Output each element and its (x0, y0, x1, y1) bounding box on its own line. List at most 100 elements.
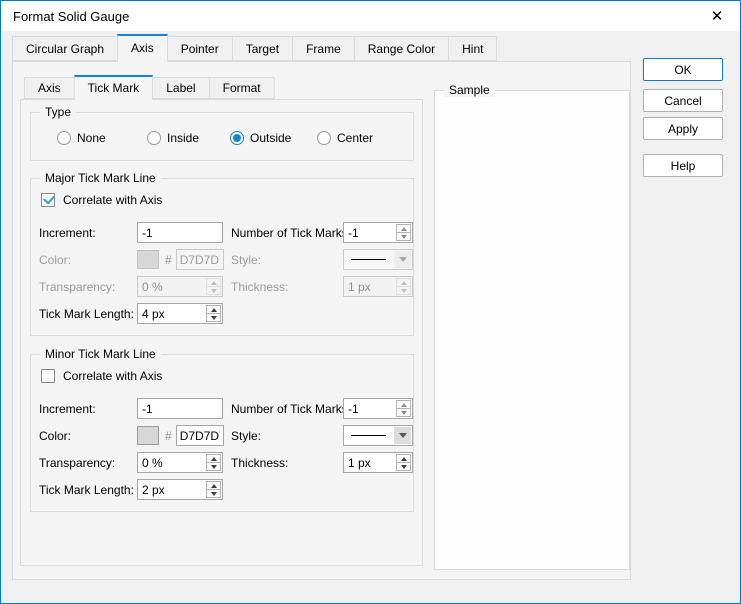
major-row-increment: Increment: Number of Tick Marks: (39, 219, 413, 246)
minor-transparency-label: Transparency: (39, 455, 116, 470)
minor-correlate-row[interactable]: Correlate with Axis (41, 369, 162, 383)
minor-length-spin-buttons[interactable] (206, 481, 221, 498)
sample-group-title: Sample (444, 83, 495, 97)
spin-up-icon[interactable] (207, 455, 220, 462)
tab-hint[interactable]: Hint (448, 36, 498, 61)
main-tab-strip: Circular Graph Axis Pointer Target Frame… (12, 34, 498, 62)
subtab-format[interactable]: Format (208, 77, 275, 99)
spin-up-icon[interactable] (397, 455, 410, 462)
ok-button[interactable]: OK (643, 58, 723, 81)
spin-down-icon[interactable] (397, 462, 410, 470)
subtab-axis[interactable]: Axis (24, 77, 75, 99)
radio-none-label: None (77, 131, 106, 145)
tab-pointer[interactable]: Pointer (166, 36, 233, 61)
major-transparency-label: Transparency: (39, 279, 116, 294)
minor-num-ticks-spin-buttons[interactable] (396, 400, 411, 417)
minor-num-ticks-spinner[interactable] (343, 398, 413, 419)
minor-color-label: Color: (39, 428, 72, 443)
major-color-field: # (137, 249, 224, 270)
major-style-label: Style: (231, 252, 262, 267)
radio-center[interactable]: Center (317, 131, 373, 145)
spin-up-icon[interactable] (207, 306, 220, 313)
spin-down-icon (397, 286, 410, 294)
major-transparency-spin-buttons (206, 278, 221, 295)
major-color-swatch (137, 250, 159, 269)
type-radio-row: None Inside Outside Center (31, 131, 413, 149)
major-correlate-checkbox[interactable] (41, 193, 55, 207)
major-length-label: Tick Mark Length: (39, 306, 134, 321)
radio-inside-icon[interactable] (147, 131, 161, 145)
major-row-color: Color: # Style: (39, 246, 413, 273)
spin-up-icon (207, 279, 220, 286)
radio-none-icon[interactable] (57, 131, 71, 145)
minor-row-increment: Increment: Number of Tick Marks: (39, 395, 413, 422)
type-group: Type None Inside Outside Center (30, 105, 414, 161)
minor-thickness-spinner[interactable] (343, 452, 413, 473)
spin-down-icon[interactable] (207, 489, 220, 497)
radio-outside-icon[interactable] (230, 131, 244, 145)
subtab-label[interactable]: Label (152, 77, 210, 99)
subtab-tick-mark[interactable]: Tick Mark (73, 75, 154, 100)
spin-down-icon[interactable] (207, 462, 220, 470)
major-increment-input[interactable] (137, 222, 223, 243)
tab-range-color[interactable]: Range Color (353, 36, 450, 61)
spin-down-icon[interactable] (397, 408, 410, 416)
minor-length-label: Tick Mark Length: (39, 482, 134, 497)
minor-style-label: Style: (231, 428, 262, 443)
minor-correlate-checkbox[interactable] (41, 369, 55, 383)
tab-frame[interactable]: Frame (292, 36, 355, 61)
minor-group-title: Minor Tick Mark Line (40, 347, 161, 361)
major-num-ticks-spin-buttons[interactable] (396, 224, 411, 241)
spin-up-icon[interactable] (397, 225, 410, 232)
tick-mark-panel: Type None Inside Outside Center Major Ti… (20, 99, 423, 566)
tab-axis[interactable]: Axis (117, 34, 168, 62)
major-correlate-row[interactable]: Correlate with Axis (41, 193, 162, 207)
radio-center-label: Center (337, 131, 374, 145)
minor-color-hex-input[interactable] (175, 425, 224, 446)
minor-num-ticks-input[interactable] (344, 399, 395, 418)
major-length-spin-buttons[interactable] (206, 305, 221, 322)
spin-down-icon[interactable] (207, 313, 220, 321)
minor-length-input[interactable] (138, 480, 205, 499)
minor-style-combo[interactable] (343, 425, 413, 446)
minor-row-length: Tick Mark Length: (39, 476, 413, 503)
minor-increment-input[interactable] (137, 398, 223, 419)
spin-up-icon (397, 279, 410, 286)
spin-up-icon[interactable] (397, 401, 410, 408)
minor-row-transparency: Transparency: Thickness: (39, 449, 413, 476)
major-thickness-input (344, 277, 395, 296)
major-transparency-input (138, 277, 205, 296)
minor-transparency-spinner[interactable] (137, 452, 223, 473)
spin-up-icon[interactable] (207, 482, 220, 489)
radio-none[interactable]: None (57, 131, 106, 145)
type-group-title: Type (40, 105, 77, 119)
major-style-combo (343, 249, 413, 270)
apply-button[interactable]: Apply (643, 117, 723, 140)
close-icon[interactable]: ✕ (694, 1, 740, 31)
radio-center-icon[interactable] (317, 131, 331, 145)
minor-length-spinner[interactable] (137, 479, 223, 500)
line-style-preview (344, 426, 393, 445)
radio-outside[interactable]: Outside (230, 131, 291, 145)
sub-tab-strip: Axis Tick Mark Label Format (24, 75, 275, 100)
minor-transparency-spin-buttons[interactable] (206, 454, 221, 471)
minor-color-swatch[interactable] (137, 426, 159, 445)
help-button[interactable]: Help (643, 154, 723, 177)
major-length-input[interactable] (138, 304, 205, 323)
spin-down-icon[interactable] (397, 232, 410, 240)
radio-outside-label: Outside (250, 131, 292, 145)
major-num-ticks-spinner[interactable] (343, 222, 413, 243)
cancel-button[interactable]: Cancel (643, 89, 723, 112)
minor-thickness-input[interactable] (344, 453, 395, 472)
radio-inside[interactable]: Inside (147, 131, 199, 145)
tab-circular-graph[interactable]: Circular Graph (12, 36, 119, 61)
chevron-down-icon[interactable] (394, 427, 411, 444)
tab-target[interactable]: Target (231, 36, 294, 61)
major-color-hex-input (175, 249, 224, 270)
minor-transparency-input[interactable] (138, 453, 205, 472)
minor-thickness-spin-buttons[interactable] (396, 454, 411, 471)
major-num-ticks-input[interactable] (344, 223, 395, 242)
major-increment-label: Increment: (39, 225, 96, 240)
minor-color-hash: # (165, 428, 172, 443)
major-length-spinner[interactable] (137, 303, 223, 324)
